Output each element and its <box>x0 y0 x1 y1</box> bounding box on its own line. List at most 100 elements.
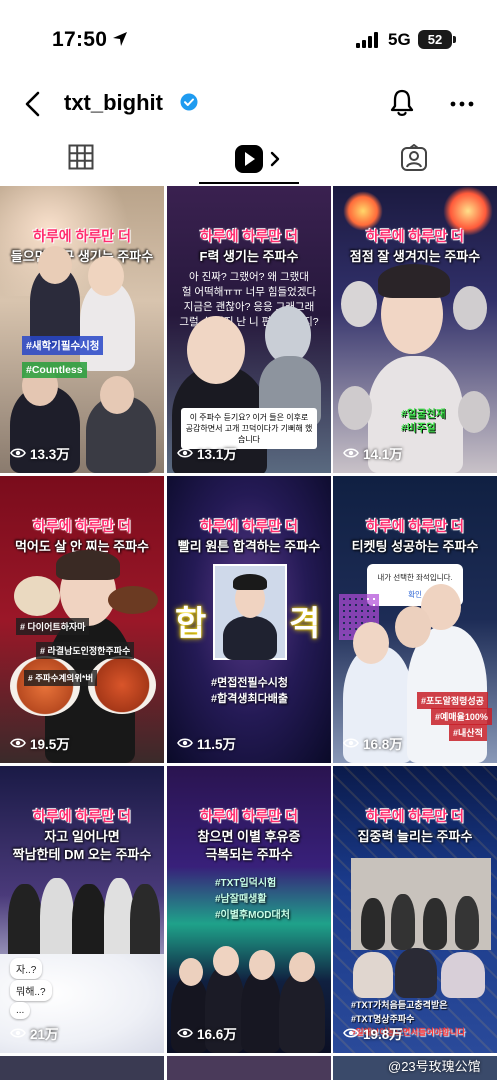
grid-tab-icon[interactable] <box>68 144 94 170</box>
firework <box>343 191 383 231</box>
reel-tile[interactable]: 하루에 하루만 더 들으면 친구 생기는 주파수 #새학기필수시청 #Count… <box>0 186 164 473</box>
reel-tile[interactable]: 하루에 하루만 더 F력 생기는 주파수 아 진짜? 그랬어? 왜 그랬대 헐 … <box>167 186 331 473</box>
eye-icon <box>343 448 359 458</box>
view-count-value: 21万 <box>30 1027 59 1042</box>
lyric-line: 지금은 괜찮아? 응응 그래그래 <box>183 301 315 313</box>
view-count-value: 19.5万 <box>30 737 70 752</box>
tagged-tab-icon[interactable] <box>400 144 428 172</box>
statue-head <box>338 386 372 430</box>
eye-icon <box>343 738 359 748</box>
chat-bubble: 뭐해..? <box>10 980 52 1001</box>
reel-hashtag: #합격생최다배출 <box>211 693 288 705</box>
more-options-icon[interactable] <box>448 90 476 118</box>
reel-tile-partial[interactable] <box>167 1056 331 1080</box>
eye-icon <box>177 1028 193 1038</box>
reel-hashtag: #내산적 <box>449 724 487 741</box>
eye-icon <box>177 738 193 748</box>
status-bar: 17:50 5G 52 <box>0 0 497 78</box>
member-figure <box>395 948 437 998</box>
chat-bubble: ... <box>10 1002 31 1019</box>
reel-tile[interactable]: 하루에 하루만 더 참으면 이별 후유증 극복되는 주파수 #TXT입덕시험 #… <box>167 766 331 1053</box>
food-bowl <box>10 656 80 716</box>
member-face <box>353 622 389 664</box>
reel-caption-subtitle: 참으면 이별 후유증 <box>197 829 301 844</box>
verified-badge-icon <box>180 93 198 111</box>
reel-caption-title: 하루에 하루만 더 <box>33 228 131 244</box>
food-dumpling <box>14 576 60 616</box>
member-figure <box>441 952 485 998</box>
reel-caption-title: 하루에 하루만 더 <box>33 808 131 824</box>
view-count-value: 13.1万 <box>197 447 237 462</box>
id-photo <box>213 564 287 660</box>
eye-icon <box>10 1028 26 1038</box>
pass-right-glyph: 격 <box>289 605 321 643</box>
back-arrow-icon[interactable] <box>20 90 46 118</box>
member-figure <box>455 896 479 950</box>
member-figure <box>361 898 385 950</box>
member-face <box>179 958 203 986</box>
reel-caption-title: 하루에 하루만 더 <box>366 808 464 824</box>
reel-caption-subtitle: 빨리 원튼 합격하는 주파수 <box>177 539 321 554</box>
cellular-signal-icon <box>356 32 378 48</box>
member-figure <box>353 952 393 998</box>
view-count: 16.8万 <box>343 733 403 753</box>
reel-tile[interactable]: 하루에 하루만 더 빨리 원튼 합격하는 주파수 합 격 #면접전필수시청 #합… <box>167 476 331 763</box>
view-count-value: 16.8万 <box>363 737 403 752</box>
location-arrow-icon <box>113 32 127 46</box>
member-figure <box>8 884 42 964</box>
watermark: @23号玫瑰公馆 <box>388 1059 481 1074</box>
reel-caption-subtitle: F력 생기는 주파수 <box>199 249 299 264</box>
reel-tile[interactable]: 하루에 하루만 더 점점 잘 생겨지는 주파수 #얼굴천재 #비주얼 14.1万 <box>333 186 497 473</box>
view-count-value: 16.6万 <box>197 1027 237 1042</box>
reel-caption-subtitle: 들으면 친구 생기는 주파수 <box>10 249 154 264</box>
member-figure <box>130 884 160 964</box>
notification-bell-icon[interactable] <box>388 88 416 118</box>
view-count-value: 19.8万 <box>363 1027 403 1042</box>
reel-tile[interactable]: 하루에 하루만 더 집중력 늘리는 주파수 #TXT가처음듣고충격받은 #TXT… <box>333 766 497 1053</box>
lyric-line: 아 진짜? 그랬어? 왜 그랬대 <box>189 271 309 283</box>
eye-icon <box>10 738 26 748</box>
statue-head <box>453 286 487 330</box>
chat-bubble: 자..? <box>10 958 43 979</box>
reels-tab-icon[interactable] <box>234 144 286 174</box>
reel-hashtag: #새학기필수시청 <box>22 336 104 355</box>
reel-tile-partial[interactable] <box>0 1056 164 1080</box>
member-figure <box>40 878 74 964</box>
food-bowl <box>88 656 156 714</box>
reel-hashtag: #포도알점령성공 <box>417 692 488 709</box>
reel-hashtag: #이별후MOD대처 <box>215 910 290 921</box>
view-count: 11.5万 <box>177 733 236 753</box>
reel-caption-subtitle: 집중력 늘리는 주파수 <box>357 829 473 844</box>
reel-caption-title: 하루에 하루만 더 <box>200 808 298 824</box>
member-face <box>38 246 72 284</box>
view-count: 21万 <box>10 1023 59 1043</box>
member-hair <box>56 550 120 580</box>
reel-tile[interactable]: 하루에 하루만 더 먹어도 살 안 찌는 주파수 # 다이어트하자마 # 라결남… <box>0 476 164 763</box>
reel-caption-title: 하루에 하루만 더 <box>200 228 298 244</box>
member-face <box>100 376 134 414</box>
member-face <box>249 950 275 980</box>
view-count: 19.5万 <box>10 733 70 753</box>
member-face <box>289 952 315 982</box>
reel-tile[interactable]: 하루에 하루만 더 자고 일어나면 짝남한테 DM 오는 주파수 자..? 뭐해… <box>0 766 164 1053</box>
lyric-line: 헐 어떡해ㅠㅠ 너무 힘들었겠다 <box>181 286 317 298</box>
profile-tabs <box>0 136 497 186</box>
network-type: 5G <box>388 30 411 49</box>
view-count: 16.6万 <box>177 1023 237 1043</box>
reel-caption-title: 하루에 하루만 더 <box>366 518 464 534</box>
view-count-value: 14.1万 <box>363 447 403 462</box>
reel-caption-title: 하루에 하루만 더 <box>33 518 131 534</box>
member-figure <box>279 972 325 1053</box>
member-face <box>187 316 245 384</box>
reel-tile[interactable]: 하루에 하루만 더 티켓팅 성공하는 주파수 내가 선택한 좌석입니다. 확인 … <box>333 476 497 763</box>
member-face <box>395 606 431 648</box>
reels-profile-screen: 17:50 5G 52 txt_bighit 하루에 하루만 더 들으면 친구 … <box>0 0 497 1080</box>
view-count: 14.1万 <box>343 443 403 463</box>
battery-tip <box>453 36 456 43</box>
eye-icon <box>343 1028 359 1038</box>
reel-caption-line3: 짝남한테 DM 오는 주파수 <box>12 847 152 862</box>
reel-hashtag: # 주파수계의위*버 <box>24 670 98 686</box>
member-face <box>213 946 239 976</box>
ticket-dialog-message: 내가 선택한 좌석입니다. <box>377 573 453 582</box>
view-count-value: 13.3万 <box>30 447 70 462</box>
